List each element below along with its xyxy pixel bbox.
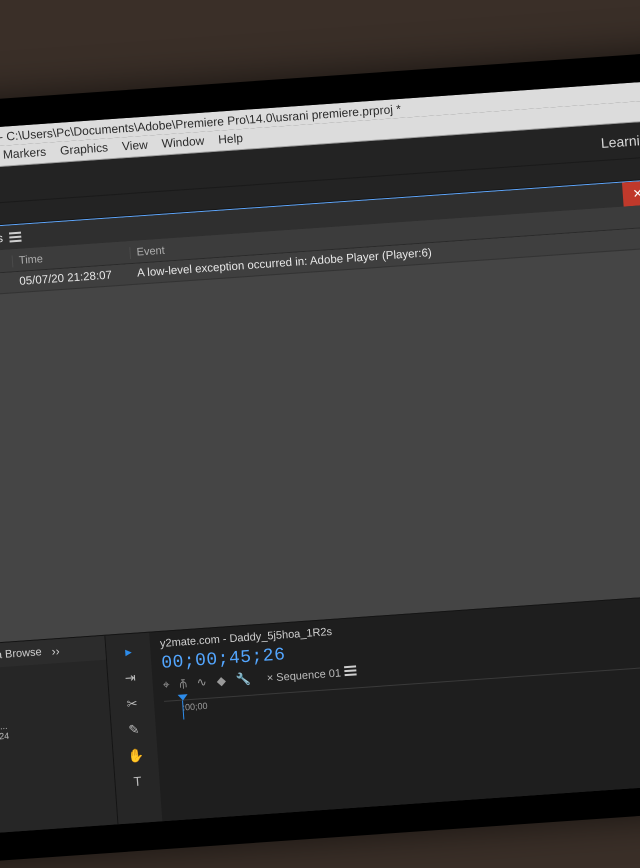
type-tool-icon[interactable]: T [133, 774, 142, 790]
menu-item-view[interactable]: View [122, 138, 149, 154]
monitor-bezel: be Premiere Pro 2020 - C:\Users\Pc\Docum… [0, 44, 640, 868]
close-icon: ✕ [632, 186, 640, 201]
hamburger-icon[interactable] [9, 232, 22, 243]
events-panel: Events ✕ Type Time Event 05/07/20 21:28:… [0, 179, 640, 647]
col-time[interactable]: Time [12, 247, 131, 267]
snap-icon[interactable]: ⌖ [162, 677, 170, 692]
menu-item-window[interactable]: Window [161, 134, 205, 151]
screen: be Premiere Pro 2020 - C:\Users\Pc\Docum… [0, 74, 640, 838]
timeline-snap-icons: ⌖ ⫚ ∿ ◆ 🔧 [162, 672, 251, 693]
timeline-panel: y2mate.com - Daddy_5j5hoa_1R2s 00;00;45;… [149, 591, 640, 821]
wrench-icon[interactable]: 🔧 [235, 672, 251, 688]
menu-item-help[interactable]: Help [218, 131, 244, 147]
selection-tool-icon[interactable]: ▸ [125, 644, 133, 660]
marker-icon[interactable]: ◆ [216, 673, 226, 689]
ruler-tick: :00;00 [182, 701, 208, 713]
sequence-dropdown[interactable]: Sequence 01 [276, 667, 342, 683]
clip-duration: 2:38:15624 [0, 731, 9, 744]
events-body: 05/07/20 21:28:07 A low-level exception … [0, 227, 640, 646]
project-panel: emiere Media Browse ›› iere.prproj 1.00 [0, 636, 119, 838]
close-button[interactable]: ✕ [622, 181, 640, 207]
event-time: 05/07/20 21:28:07 [13, 268, 132, 288]
link-icon[interactable]: ∿ [196, 675, 207, 691]
magnet-icon[interactable]: ⫚ [179, 676, 187, 691]
workspace-learning[interactable]: Learning [600, 131, 640, 151]
chevron-right-icon[interactable]: ›› [51, 644, 60, 659]
track-select-tool-icon[interactable]: ⇥ [124, 670, 136, 687]
razor-tool-icon[interactable]: ✎ [128, 722, 140, 739]
menu-item-markers[interactable]: Markers [2, 145, 46, 162]
list-item[interactable]: y2mate.c... 2:38:15624 [0, 711, 105, 750]
events-title: Events [0, 231, 3, 248]
tab-media-browser[interactable]: Media Browse [0, 646, 42, 663]
hamburger-icon [344, 665, 357, 676]
menu-item-graphics[interactable]: Graphics [60, 140, 109, 157]
hand-tool-icon[interactable]: ✋ [127, 747, 144, 764]
ripple-edit-tool-icon[interactable]: ✂ [126, 696, 138, 713]
col-type[interactable]: Type [0, 255, 12, 270]
